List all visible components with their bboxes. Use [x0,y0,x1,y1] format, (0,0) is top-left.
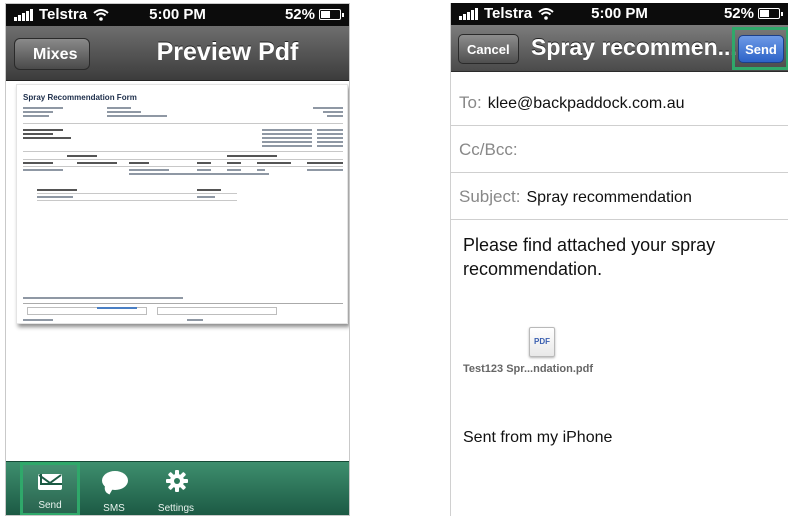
to-field[interactable]: To: klee@backpaddock.com.au [451,80,788,126]
battery-fill [321,11,331,18]
tab-bar: Send SMS Settings [6,461,349,515]
signature: Sent from my iPhone [463,429,613,446]
subject-value: Spray recommendation [526,189,692,206]
battery-percent: 52% [723,5,754,22]
tab-sms[interactable]: SMS [84,462,144,515]
pdf-page: Spray Recommendation Form [16,84,348,324]
battery-icon [758,8,783,19]
back-button-label: Mixes [33,46,78,63]
navigation-bar: Mixes Preview Pdf [6,26,349,81]
status-bar: Telstra 5:00 PM 52% [451,3,788,25]
subject-label: Subject: [459,187,521,206]
status-bar: Telstra 5:00 PM 52% [6,4,349,26]
pdf-icon-text: PDF [534,337,550,346]
tab-settings-label: Settings [157,503,195,514]
gear-icon [166,470,188,492]
preview-pdf-screen: Telstra 5:00 PM 52% Mixes Preview Pdf Sp… [5,3,350,516]
pdf-file-icon[interactable]: PDF [529,327,555,357]
page-title: Spray recommen... [531,34,737,60]
navigation-bar: Cancel Spray recommen... Send [451,25,788,72]
page-title: Preview Pdf [156,38,299,66]
pdf-title: Spray Recommendation Form [23,93,137,102]
battery-indicator: 52% [284,6,344,23]
battery-icon [319,9,344,20]
battery-fill [760,10,770,17]
send-button[interactable]: Send [738,35,784,63]
to-value: klee@backpaddock.com.au [487,95,685,112]
battery-percent: 52% [284,6,315,23]
subject-field[interactable]: Subject: Spray recommendation [451,174,788,220]
back-button[interactable]: Mixes [14,38,91,70]
attachment-name: Test123 Spr...ndation.pdf [463,363,593,375]
tab-send[interactable]: Send [20,462,80,515]
message-body[interactable]: Please find attached your spray recommen… [463,233,763,281]
cancel-button[interactable]: Cancel [458,34,519,64]
battery-indicator: 52% [723,5,783,22]
tab-sms-label: SMS [103,503,125,514]
tab-send-label: Send [38,500,62,511]
send-highlight: Send [732,27,788,70]
pdf-preview[interactable]: Spray Recommendation Form [6,82,349,463]
speech-bubble-icon [102,471,128,490]
envelope-icon [38,474,62,490]
to-label: To: [459,93,482,112]
cc-bcc-label: Cc/Bcc: [459,140,518,159]
cc-bcc-field[interactable]: Cc/Bcc: [451,127,788,173]
mail-compose-screen: Telstra 5:00 PM 52% Cancel Spray recomme… [450,3,788,516]
tab-settings[interactable]: Settings [146,462,206,515]
